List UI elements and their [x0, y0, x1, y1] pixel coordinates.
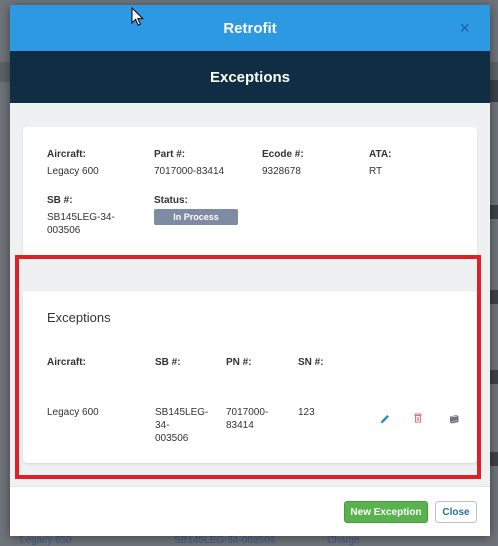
ecode-value: 9328678 [262, 166, 301, 177]
part-value: 7017000-83414 [154, 166, 225, 177]
background-row-sb: SB145LEG-34-003506 [174, 535, 276, 546]
row-pn-line1: 7017000- [226, 407, 269, 418]
modal-header: Retrofit × [10, 5, 490, 51]
modal-footer: New Exception Close [10, 486, 490, 536]
exceptions-card: Exceptions Aircraft: SB #: PN #: SN #: L… [23, 291, 477, 463]
column-header-sb: SB #: [155, 357, 181, 368]
close-icon[interactable]: × [459, 18, 470, 38]
modal-subtitle: Exceptions [209, 68, 291, 86]
column-header-aircraft: Aircraft: [47, 357, 86, 368]
modal-body: Aircraft: Legacy 600 Part #: 7017000-834… [10, 103, 490, 486]
book-icon[interactable] [447, 412, 461, 426]
close-button[interactable]: Close [435, 501, 477, 523]
background-row-aircraft: Legacy 650 [20, 535, 72, 546]
background-row-type: Charge [327, 535, 360, 546]
status-badge: In Process [154, 209, 238, 225]
ata-label: ATA: [369, 149, 392, 160]
column-header-sn: SN #: [298, 357, 324, 368]
row-pn-line2: 83414 [226, 420, 254, 431]
ata-value: RT [369, 166, 383, 177]
retrofit-info-card: Aircraft: Legacy 600 Part #: 7017000-834… [23, 127, 477, 257]
aircraft-label: Aircraft: [47, 149, 86, 160]
sb-value-line2: 003506 [47, 225, 81, 236]
status-label: Status: [154, 195, 188, 206]
part-label: Part #: [154, 149, 186, 160]
pencil-icon[interactable] [378, 412, 392, 426]
column-header-pn: PN #: [226, 357, 252, 368]
trash-icon[interactable] [411, 411, 425, 425]
row-aircraft: Legacy 600 [47, 407, 99, 418]
modal-subheader: Exceptions [10, 51, 490, 103]
aircraft-value: Legacy 600 [47, 166, 99, 177]
row-sn: 123 [298, 407, 315, 418]
exceptions-modal: Retrofit × Exceptions Aircraft: Legacy 6… [10, 5, 490, 536]
mouse-cursor-icon [131, 7, 145, 26]
exceptions-title: Exceptions [47, 310, 111, 325]
sb-label: SB #: [47, 195, 73, 206]
new-exception-button[interactable]: New Exception [344, 501, 428, 523]
modal-title: Retrofit [223, 19, 277, 37]
row-sb-line1: SB145LEG- [155, 407, 209, 418]
row-sb-line2: 34- [155, 420, 170, 431]
sb-value-line1: SB145LEG-34- [47, 212, 115, 223]
row-sb-line3: 003506 [155, 433, 189, 444]
ecode-label: Ecode #: [262, 149, 304, 160]
